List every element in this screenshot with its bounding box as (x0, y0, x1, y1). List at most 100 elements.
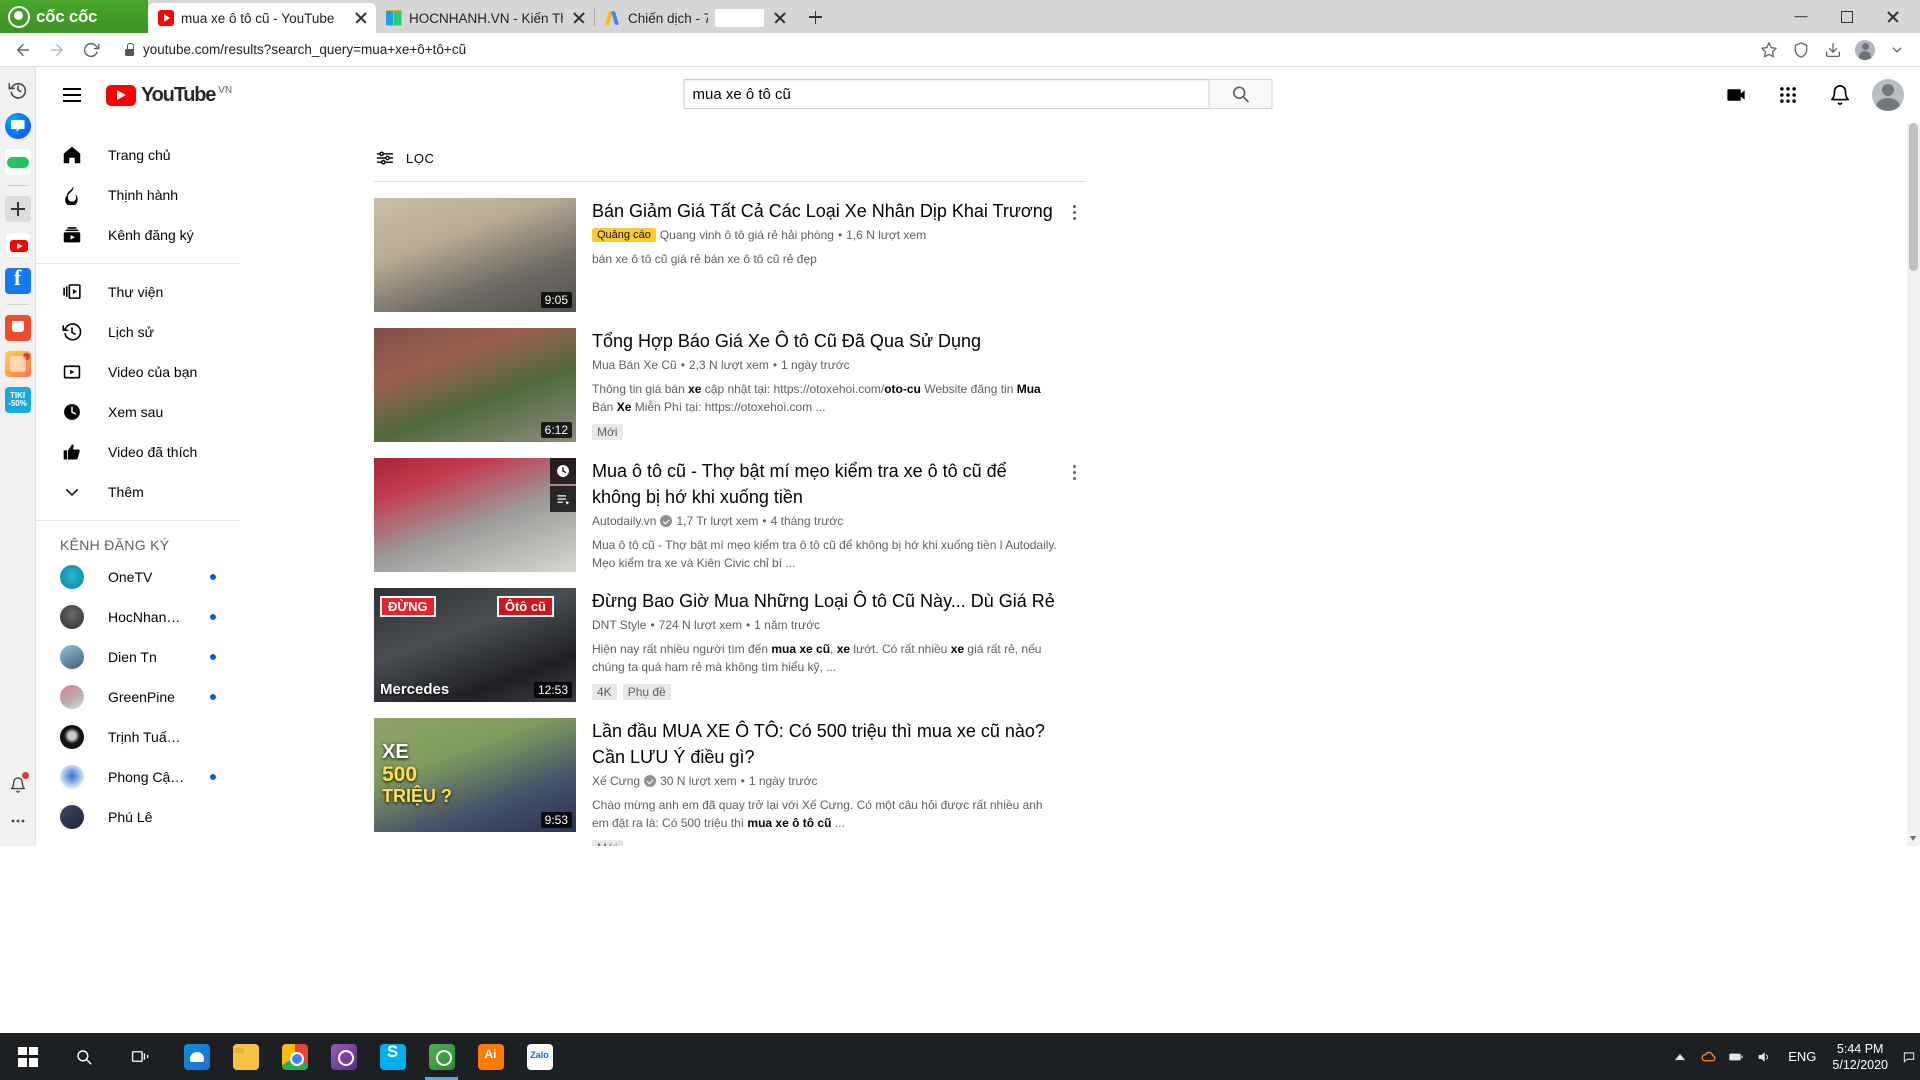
channel-name[interactable]: Quang vinh ô tô giá rẻ hải phòng (660, 228, 834, 242)
shield-icon[interactable] (1786, 35, 1816, 65)
notifications-icon[interactable] (5, 772, 31, 798)
sidebar-item-history[interactable]: Lịch sử (36, 312, 240, 352)
sidebar-item-liked-videos[interactable]: Video đã thích (36, 432, 240, 472)
close-window-button[interactable] (1870, 1, 1916, 33)
history-icon[interactable] (5, 77, 31, 103)
channel-name[interactable]: Xế Cưng (592, 774, 640, 788)
channel-name[interactable]: Autodaily.vn (592, 514, 656, 528)
taskbar-app-zalo[interactable] (515, 1033, 564, 1080)
bookmark-star-icon[interactable] (1754, 35, 1784, 65)
start-button[interactable] (0, 1033, 56, 1080)
more-actions-icon[interactable] (1062, 460, 1086, 484)
video-title[interactable]: Mua ô tô cũ - Thợ bật mí mẹo kiểm tra xe… (592, 458, 1060, 510)
sidebar-show-more-button[interactable]: Hiển thị thêm 44 mục (36, 837, 240, 846)
new-tab-button[interactable] (801, 3, 829, 31)
sidebar-item-channel[interactable]: HocNhanh Media (36, 597, 240, 637)
sidebar-item-channel[interactable]: GreenPine (36, 677, 240, 717)
sidebar-item-channel[interactable]: Trịnh Tuấn Vỹ Produc... (36, 717, 240, 757)
browser-tab-3[interactable]: Chiến dịch - 780 (595, 3, 795, 33)
sidebar-item-home[interactable]: Trang chủ (36, 135, 240, 175)
notifications-icon[interactable] (1820, 75, 1860, 115)
sidebar-item-channel[interactable]: Phong Cận Tv (36, 757, 240, 797)
download-icon[interactable] (1818, 35, 1848, 65)
browser-tab-2[interactable]: HOCNHANH.VN - Kiến Thức (376, 3, 594, 33)
cloud-icon[interactable] (1694, 1033, 1722, 1080)
apps-grid-icon[interactable] (1768, 75, 1808, 115)
more-actions-icon[interactable] (1062, 200, 1086, 224)
sidebar-item-watch-later[interactable]: Xem sau (36, 392, 240, 432)
task-view-button[interactable] (112, 1033, 168, 1080)
coccoc-logo[interactable]: cốc cốc (0, 0, 148, 33)
taskbar-app-coccoc[interactable] (417, 1033, 466, 1080)
add-to-queue-icon[interactable] (550, 486, 576, 512)
action-center-button[interactable] (1900, 1033, 1918, 1080)
taskbar-app-ai[interactable] (466, 1033, 515, 1080)
clock[interactable]: 5:44 PM 5/12/2020 (1826, 1041, 1900, 1073)
taskbar-search-button[interactable] (56, 1033, 112, 1080)
taskbar-app-skype[interactable] (368, 1033, 417, 1080)
scroll-down-arrow[interactable] (1907, 832, 1920, 846)
search-button[interactable] (1209, 79, 1273, 109)
facebook-shortcut-icon[interactable] (5, 268, 31, 294)
maximize-button[interactable] (1824, 1, 1870, 33)
video-title[interactable]: Tổng Hợp Báo Giá Xe Ô tô Cũ Đã Qua Sử Dụ… (592, 328, 1060, 354)
menu-icon[interactable] (1882, 35, 1912, 65)
address-bar[interactable]: youtube.com/results?search_query=mua+xe+… (114, 37, 1750, 63)
scrollbar-thumb[interactable] (1909, 123, 1918, 271)
video-thumbnail[interactable] (374, 458, 576, 572)
volume-icon[interactable] (1750, 1033, 1778, 1080)
sidebar-item-channel[interactable]: OneTV (36, 557, 240, 597)
account-avatar[interactable] (1872, 79, 1904, 111)
language-indicator[interactable]: ENG (1778, 1033, 1826, 1080)
profile-avatar[interactable] (1850, 35, 1880, 65)
page-scrollbar[interactable] (1907, 67, 1920, 846)
network-icon[interactable] (1722, 1033, 1750, 1080)
show-hidden-icons[interactable] (1666, 1033, 1694, 1080)
create-video-icon[interactable] (1716, 75, 1756, 115)
sidebar-item-subscriptions[interactable]: Kênh đăng ký (36, 215, 240, 255)
search-box[interactable] (684, 79, 1209, 109)
channel-name[interactable]: Mua Bán Xe Cũ (592, 358, 677, 372)
video-title[interactable]: Lần đầu MUA XE Ô TÔ: Có 500 triệu thì mu… (592, 718, 1060, 770)
youtube-shortcut-icon[interactable] (5, 232, 31, 258)
video-thumbnail[interactable]: ĐỪNG Ôtô cũ Mercedes 12:53 (374, 588, 576, 702)
game-promo-icon[interactable] (5, 351, 31, 377)
browser-tab-1[interactable]: mua xe ô tô cũ - YouTube (148, 3, 376, 33)
close-icon[interactable] (570, 9, 588, 27)
video-thumbnail[interactable]: 9:05 (374, 198, 576, 312)
filter-button[interactable]: LỌC (374, 147, 1086, 182)
taskbar-app-browser[interactable] (319, 1033, 368, 1080)
video-thumbnail[interactable]: XE 500 TRIỆU ? 9:53 (374, 718, 576, 832)
guide-toggle-button[interactable] (52, 75, 92, 115)
shopee-shortcut-icon[interactable] (5, 315, 31, 341)
sidebar-item-channel[interactable]: Phú Lê (36, 797, 240, 837)
tiki-shortcut-icon[interactable]: TIKI -50% (5, 387, 31, 413)
forward-button[interactable] (42, 35, 72, 65)
reload-button[interactable] (76, 35, 106, 65)
more-options-icon[interactable] (5, 808, 31, 834)
search-input[interactable] (693, 86, 1201, 103)
channel-name[interactable]: DNT Style (592, 618, 646, 632)
taskbar-app-edge[interactable] (172, 1033, 221, 1080)
sidebar-item-your-videos[interactable]: Video của bạn (36, 352, 240, 392)
sidebar-item-more[interactable]: Thêm (36, 472, 240, 512)
channel-name: OneTV (108, 569, 186, 585)
minimize-button[interactable] (1778, 1, 1824, 33)
close-icon[interactable] (771, 9, 789, 27)
video-thumbnail[interactable]: 6:12 (374, 328, 576, 442)
back-button[interactable] (8, 35, 38, 65)
taskbar-app-file-explorer[interactable] (221, 1033, 270, 1080)
video-title[interactable]: Đừng Bao Giờ Mua Những Loại Ô tô Cũ Này.… (592, 588, 1060, 614)
sidebar-item-channel[interactable]: Dien Tn (36, 637, 240, 677)
youtube-logo[interactable]: YouTube VN (106, 85, 232, 106)
taskbar-app-chrome[interactable] (270, 1033, 319, 1080)
messenger-icon[interactable] (5, 113, 31, 139)
sidebar-item-trending[interactable]: Thịnh hành (36, 175, 240, 215)
add-shortcut-icon[interactable] (5, 196, 31, 222)
watch-later-icon[interactable] (550, 458, 576, 484)
view-count: 2,3 N lượt xem (689, 358, 769, 372)
close-icon[interactable] (352, 9, 370, 27)
game-icon[interactable] (5, 149, 31, 175)
sidebar-item-library[interactable]: Thư viện (36, 272, 240, 312)
video-title[interactable]: Bán Giảm Giá Tất Cả Các Loại Xe Nhân Dịp… (592, 198, 1060, 224)
